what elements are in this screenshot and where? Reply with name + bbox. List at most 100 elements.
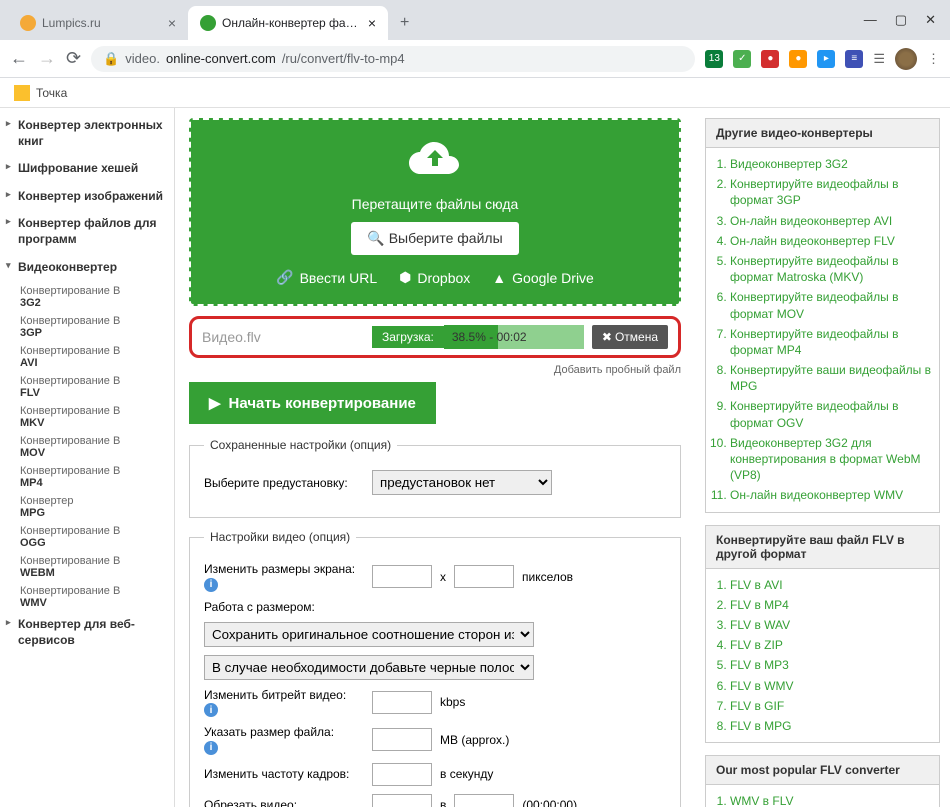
right-link[interactable]: Конвертируйте видеофайлы в формат MP4 xyxy=(730,324,933,360)
info-icon[interactable]: i xyxy=(204,578,218,592)
gdrive-link[interactable]: ▲Google Drive xyxy=(492,269,594,286)
sidebar-subitem[interactable]: Конвертирование ВWEBM xyxy=(0,551,174,581)
presets-fieldset: Сохраненные настройки (опция) Выберите п… xyxy=(189,438,681,518)
sidebar-item[interactable]: Конвертер файлов для программ xyxy=(0,210,174,253)
upload-row: Видео.flv Загрузка: 38.5% - 00:02 ✖Отмен… xyxy=(189,316,681,358)
right-link[interactable]: FLV в ZIP xyxy=(730,635,933,655)
sidebar-subitem[interactable]: Конвертирование ВMKV xyxy=(0,401,174,431)
url-path: /ru/convert/flv-to-mp4 xyxy=(282,51,405,66)
ext-icon[interactable]: ● xyxy=(761,50,779,68)
menu-icon[interactable]: ⋮ xyxy=(927,51,940,67)
forward-icon[interactable]: → xyxy=(38,48,56,69)
browser-tab-0[interactable]: Lumpics.ru × xyxy=(8,6,188,40)
sidebar-subitem[interactable]: Конвертирование ВWMV xyxy=(0,581,174,611)
browser-tabs: Lumpics.ru × Онлайн-конвертер файлов FLV… xyxy=(0,6,864,40)
right-link[interactable]: Он-лайн видеоконвертер AVI xyxy=(730,211,933,231)
window-controls: — ▢ ✕ xyxy=(864,12,950,40)
ext-icon[interactable]: 13 xyxy=(705,50,723,68)
dropbox-link[interactable]: ⬢Dropbox xyxy=(399,269,470,286)
right-link[interactable]: Он-лайн видеоконвертер FLV xyxy=(730,231,933,251)
right-link[interactable]: Конвертируйте видеофайлы в формат MOV xyxy=(730,287,933,323)
cancel-button[interactable]: ✖Отмена xyxy=(592,325,668,349)
right-link[interactable]: FLV в WMV xyxy=(730,676,933,696)
sidebar-item[interactable]: Конвертер для веб-сервисов xyxy=(0,611,174,654)
link-icon: 🔗 xyxy=(276,269,293,286)
dropzone[interactable]: Перетащите файлы сюда 🔍 Выберите файлы 🔗… xyxy=(189,118,681,306)
close-icon[interactable]: × xyxy=(168,15,176,31)
reload-icon[interactable]: ⟳ xyxy=(66,48,81,69)
info-icon[interactable]: i xyxy=(204,703,218,717)
right-link[interactable]: FLV в MPG xyxy=(730,716,933,736)
minimize-icon[interactable]: — xyxy=(864,12,877,28)
url-input[interactable]: 🔒 video.online-convert.com/ru/convert/fl… xyxy=(91,46,695,72)
right-link[interactable]: FLV в MP3 xyxy=(730,655,933,675)
ext-icon[interactable]: ▸ xyxy=(817,50,835,68)
sidebar-subitem[interactable]: Конвертирование ВOGG xyxy=(0,521,174,551)
back-icon[interactable]: ← xyxy=(10,48,28,69)
favicon-icon xyxy=(20,15,36,31)
fps-input[interactable] xyxy=(372,763,432,786)
filesize-input[interactable] xyxy=(372,728,432,751)
x-label: x xyxy=(440,570,446,584)
right-box-3: Our most popular FLV converter WMV в FLV… xyxy=(705,755,940,807)
ext-icon[interactable]: ✓ xyxy=(733,50,751,68)
preset-select[interactable]: предустановок нет xyxy=(372,470,552,495)
cut-from-input[interactable] xyxy=(372,794,432,807)
bookmark-item[interactable]: Точка xyxy=(36,86,67,100)
right-link[interactable]: Конвертируйте видеофайлы в формат OGV xyxy=(730,396,933,432)
sidebar-item[interactable]: Конвертер электронных книг xyxy=(0,112,174,155)
profile-avatar[interactable] xyxy=(895,48,917,70)
progress-text: 38.5% - 00:02 xyxy=(444,330,535,344)
close-window-icon[interactable]: ✕ xyxy=(925,12,936,28)
resize-label: Изменить размеры экрана:i xyxy=(204,562,364,592)
right-link[interactable]: WMV в FLV xyxy=(730,791,933,807)
url-prefix: video. xyxy=(125,51,160,66)
reading-list-icon[interactable]: ☰ xyxy=(873,51,885,67)
sidebar-item[interactable]: Конвертер изображений xyxy=(0,183,174,211)
enter-url-link[interactable]: 🔗Ввести URL xyxy=(276,269,377,286)
bars-select[interactable]: В случае необходимости добавьте черные п… xyxy=(204,655,534,680)
right-link[interactable]: FLV в GIF xyxy=(730,696,933,716)
sidebar-subitem[interactable]: Конвертирование В3G2 xyxy=(0,281,174,311)
right-link[interactable]: Он-лайн видеоконвертер WMV xyxy=(730,485,933,505)
extension-icons: 13 ✓ ● ● ▸ ≡ ☰ ⋮ xyxy=(705,48,940,70)
close-icon[interactable]: × xyxy=(368,15,376,31)
width-input[interactable] xyxy=(372,565,432,588)
right-link[interactable]: Видеоконвертер 3G2 xyxy=(730,154,933,174)
start-convert-button[interactable]: ▶Начать конвертирование xyxy=(189,382,436,424)
sidebar-subitem[interactable]: Конвертирование В3GP xyxy=(0,311,174,341)
right-link[interactable]: Конвертируйте видеофайлы в формат 3GP xyxy=(730,174,933,210)
mb-label: MB (approx.) xyxy=(440,733,509,747)
sidebar-item[interactable]: Шифрование хешей xyxy=(0,155,174,183)
bitrate-input[interactable] xyxy=(372,691,432,714)
maximize-icon[interactable]: ▢ xyxy=(895,12,907,28)
add-trial-link[interactable]: Добавить пробный файл xyxy=(189,364,681,376)
right-link[interactable]: Видеоконвертер 3G2 для конвертирования в… xyxy=(730,433,933,486)
sidebar-subitem[interactable]: КонвертерMPG xyxy=(0,491,174,521)
sidebar-subitem[interactable]: Конвертирование ВMP4 xyxy=(0,461,174,491)
sidebar-subitem[interactable]: Конвертирование ВMOV xyxy=(0,431,174,461)
height-input[interactable] xyxy=(454,565,514,588)
drop-links: 🔗Ввести URL ⬢Dropbox ▲Google Drive xyxy=(201,269,669,286)
bitrate-label: Изменить битрейт видео:i xyxy=(204,688,364,718)
new-tab-button[interactable]: + xyxy=(388,6,421,40)
right-link[interactable]: Конвертируйте ваши видеофайлы в MPG xyxy=(730,360,933,396)
cut-to-input[interactable] xyxy=(454,794,514,807)
sidebar-subitem[interactable]: Конвертирование ВFLV xyxy=(0,371,174,401)
aspect-select[interactable]: Сохранить оригинальное соотношение сторо… xyxy=(204,622,534,647)
info-icon[interactable]: i xyxy=(204,741,218,755)
browser-titlebar: Lumpics.ru × Онлайн-конвертер файлов FLV… xyxy=(0,0,950,40)
lock-icon: 🔒 xyxy=(103,51,119,67)
browser-tab-1[interactable]: Онлайн-конвертер файлов FLV × xyxy=(188,6,388,40)
sidebar-item[interactable]: Видеоконвертер xyxy=(0,254,174,282)
ext-icon[interactable]: ● xyxy=(789,50,807,68)
ext-icon[interactable]: ≡ xyxy=(845,50,863,68)
right-link[interactable]: FLV в AVI xyxy=(730,575,933,595)
loading-label: Загрузка: xyxy=(372,326,444,348)
choose-files-button[interactable]: 🔍 Выберите файлы xyxy=(351,222,518,255)
sidebar-subitem[interactable]: Конвертирование ВAVI xyxy=(0,341,174,371)
right-link[interactable]: FLV в MP4 xyxy=(730,595,933,615)
right-link[interactable]: Конвертируйте видеофайлы в формат Matros… xyxy=(730,251,933,287)
cut-hint: (00:00:00) xyxy=(522,798,577,807)
right-link[interactable]: FLV в WAV xyxy=(730,615,933,635)
